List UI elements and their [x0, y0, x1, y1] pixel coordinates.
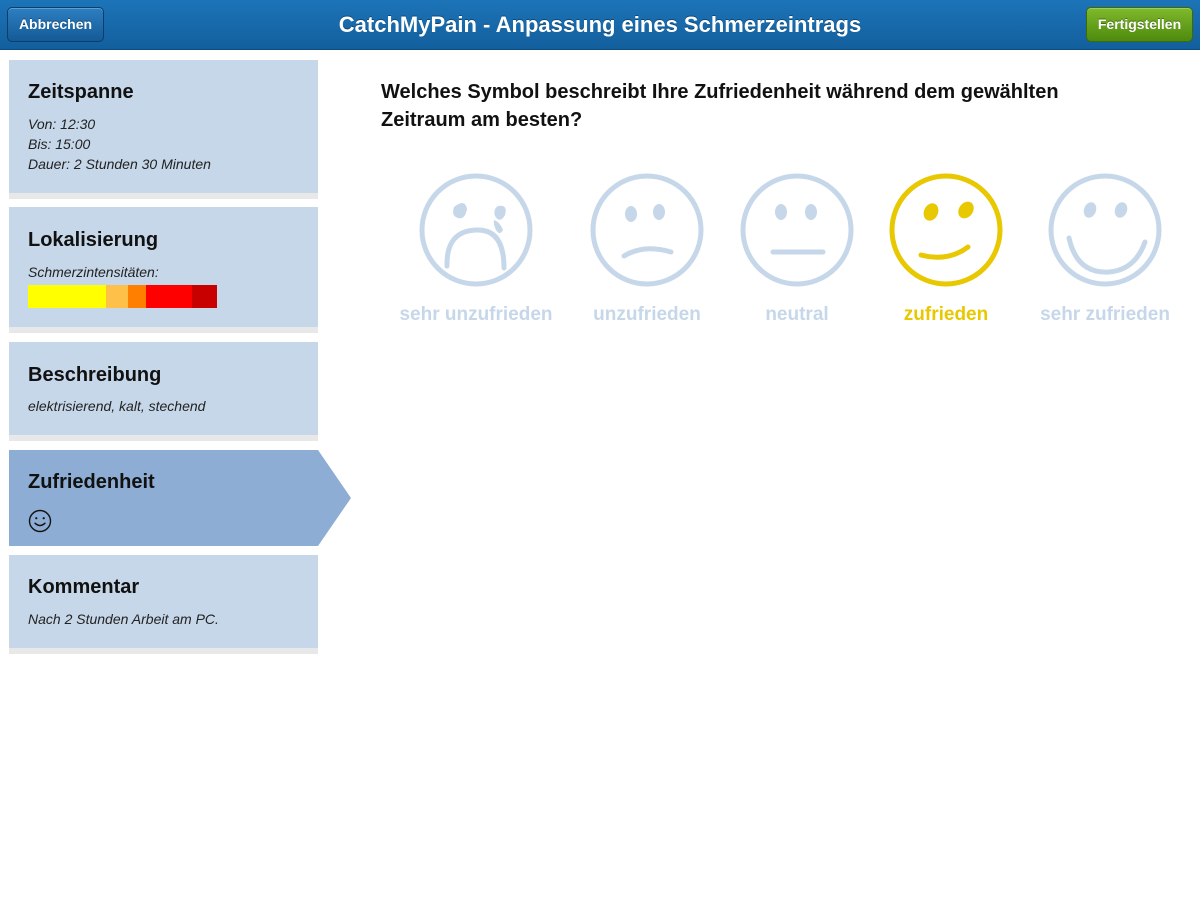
- option-satisfied[interactable]: zufrieden: [888, 172, 1004, 332]
- sidebar-item-timespan[interactable]: Zeitspanne Von: 12:30 Bis: 15:00 Dauer: …: [9, 60, 318, 199]
- description-text: elektrisierend, kalt, stechend: [28, 398, 206, 414]
- sidebar-item-title: Lokalisierung: [28, 229, 159, 251]
- sidebar-item-title: Kommentar: [28, 576, 140, 598]
- option-label: sehr unzufrieden: [399, 304, 553, 325]
- navigation-bar: CatchMyPain - Anpassung eines Schmerzein…: [0, 0, 1200, 50]
- intensity-segment: [28, 285, 106, 308]
- timespan-from: Von: 12:30: [28, 116, 96, 132]
- option-label: sehr zufrieden: [1040, 304, 1170, 325]
- intensity-segment: [128, 285, 146, 308]
- sidebar-item-title: Beschreibung: [28, 364, 162, 386]
- sidebar-item-comment[interactable]: Kommentar Nach 2 Stunden Arbeit am PC.: [9, 555, 318, 654]
- intensity-bar: [28, 285, 217, 308]
- sidebar-item-description[interactable]: Beschreibung elektrisierend, kalt, stech…: [9, 342, 318, 441]
- cancel-button[interactable]: Abbrechen: [7, 7, 104, 42]
- sidebar-item-title: Zufriedenheit: [28, 471, 155, 493]
- option-very-satisfied[interactable]: sehr zufrieden: [1040, 172, 1170, 332]
- page-title: CatchMyPain - Anpassung eines Schmerzein…: [338, 12, 862, 37]
- option-neutral[interactable]: neutral: [739, 172, 855, 332]
- crying-face-icon: [419, 173, 533, 287]
- sidebar-item-satisfaction[interactable]: Zufriedenheit: [9, 450, 351, 546]
- smiley-icon: [28, 509, 52, 533]
- timespan-duration: Dauer: 2 Stunden 30 Minuten: [28, 156, 211, 172]
- intensity-caption: Schmerzintensitäten:: [28, 264, 159, 280]
- intensity-segment: [106, 285, 128, 308]
- sad-face-icon: [590, 173, 704, 287]
- neutral-face-icon: [740, 173, 854, 287]
- intensity-segment: [192, 285, 217, 308]
- big-smile-face-icon: [1048, 173, 1162, 287]
- option-dissatisfied[interactable]: unzufrieden: [589, 172, 705, 332]
- question-text: Welches Symbol beschreibt Ihre Zufrieden…: [381, 81, 1059, 131]
- option-very-dissatisfied[interactable]: sehr unzufrieden: [399, 172, 553, 332]
- intensity-segment: [146, 285, 192, 308]
- sidebar-item-title: Zeitspanne: [28, 81, 134, 103]
- timespan-to: Bis: 15:00: [28, 136, 91, 152]
- comment-text: Nach 2 Stunden Arbeit am PC.: [28, 611, 219, 627]
- finish-button[interactable]: Fertigstellen: [1086, 7, 1193, 42]
- sidebar-item-localization[interactable]: Lokalisierung Schmerzintensitäten:: [9, 207, 318, 333]
- smiling-face-icon: [889, 173, 1003, 287]
- active-indicator-arrow: [318, 450, 351, 546]
